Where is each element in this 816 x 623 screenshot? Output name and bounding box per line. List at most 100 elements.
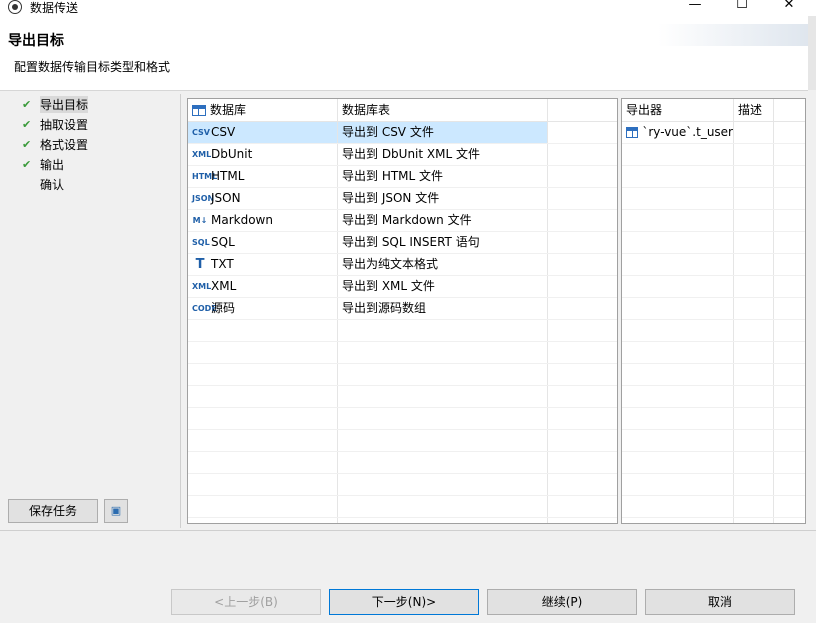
empty-row [622, 408, 805, 430]
format-name: TXT [211, 257, 234, 271]
column-header-empty [548, 99, 617, 121]
format-name: 源码 [211, 301, 236, 315]
csv-icon: CSV [192, 128, 210, 137]
empty-row [622, 298, 805, 320]
step-extract-settings[interactable]: ✔ 抽取设置 [18, 114, 168, 134]
empty-row [622, 232, 805, 254]
app-icon [8, 0, 22, 14]
column-header-db-table[interactable]: 数据库表 [338, 99, 548, 121]
empty-row [188, 452, 617, 474]
format-row-sql[interactable]: SQL SQL 导出到 SQL INSERT 语句 [188, 232, 617, 254]
empty-row [188, 364, 617, 386]
format-row-markdown[interactable]: M↓ Markdown 导出到 Markdown 文件 [188, 210, 617, 232]
format-name: SQL [211, 235, 235, 249]
minimize-button[interactable]: — [680, 0, 710, 14]
format-table: 数据库 数据库表 CSV CSV 导出到 CSV 文件 XML DbUnit 导出到… [187, 98, 618, 524]
empty-row [622, 386, 805, 408]
empty-row [622, 254, 805, 276]
check-icon: ✔ [22, 137, 32, 151]
continue-button[interactable]: 继续(P) [487, 589, 637, 615]
empty-row [622, 430, 805, 452]
table-icon [192, 104, 206, 116]
empty-row [622, 276, 805, 298]
step-label: 输出 [40, 157, 65, 172]
table-icon [626, 127, 639, 138]
format-desc: 导出为纯文本格式 [342, 257, 439, 271]
format-row-txt[interactable]: T TXT 导出为纯文本格式 [188, 254, 617, 276]
exporter-table-header: 导出器 描述 [622, 99, 805, 122]
wizard-steps: ✔ 导出目标 ✔ 抽取设置 ✔ 格式设置 ✔ 输出 确认 [18, 94, 168, 194]
format-desc: 导出到 CSV 文件 [342, 125, 434, 139]
format-row-source[interactable]: CODE 源码 导出到源码数组 [188, 298, 617, 320]
format-row-json[interactable]: JSON JSON 导出到 JSON 文件 [188, 188, 617, 210]
step-label: 抽取设置 [40, 117, 89, 132]
format-row-xml[interactable]: XML XML 导出到 XML 文件 [188, 276, 617, 298]
task-config-button[interactable]: ▣ [104, 499, 128, 523]
markdown-icon: M↓ [192, 216, 208, 225]
text-icon: T [195, 257, 205, 272]
step-label: 导出目标 [40, 95, 89, 113]
empty-row [188, 430, 617, 452]
save-task-button[interactable]: 保存任务 [8, 499, 98, 523]
empty-row [622, 166, 805, 188]
empty-row [188, 496, 617, 518]
format-desc: 导出到 XML 文件 [342, 279, 435, 293]
format-desc: 导出到 JSON 文件 [342, 191, 440, 205]
page-header: 导出目标 配置数据传输目标类型和格式 [0, 16, 808, 91]
exporter-row[interactable]: `ry-vue`.t_user [622, 122, 805, 144]
step-export-target[interactable]: ✔ 导出目标 [18, 94, 168, 114]
empty-row [622, 364, 805, 386]
next-button[interactable]: 下一步(N)> [329, 589, 479, 615]
empty-row [622, 144, 805, 166]
empty-row [622, 342, 805, 364]
format-row-csv[interactable]: CSV CSV 导出到 CSV 文件 [188, 122, 617, 144]
window-titlebar: 数据传送 — ☐ ✕ [0, 0, 816, 16]
back-button[interactable]: <上一步(B) [171, 589, 321, 615]
exporter-table: 导出器 描述 `ry-vue`.t_user [621, 98, 806, 524]
empty-row [622, 320, 805, 342]
empty-row [622, 188, 805, 210]
step-label: 格式设置 [40, 137, 89, 152]
format-row-dbunit[interactable]: XML DbUnit 导出到 DbUnit XML 文件 [188, 144, 617, 166]
xml-icon: XML [192, 282, 212, 291]
step-format-settings[interactable]: ✔ 格式设置 [18, 134, 168, 154]
header-banner-graphic [658, 24, 808, 46]
page-subtitle: 配置数据传输目标类型和格式 [14, 60, 171, 74]
empty-row [622, 474, 805, 496]
empty-row [622, 452, 805, 474]
sql-icon: SQL [192, 238, 210, 247]
empty-row [622, 496, 805, 518]
empty-row [188, 474, 617, 496]
format-row-html[interactable]: HTML HTML 导出到 HTML 文件 [188, 166, 617, 188]
step-confirm[interactable]: 确认 [18, 174, 168, 194]
column-header-database[interactable]: 数据库 [188, 99, 338, 121]
column-header-description[interactable]: 描述 [734, 99, 774, 121]
format-desc: 导出到 HTML 文件 [342, 169, 444, 183]
empty-row [188, 320, 617, 342]
code-icon: CODE [192, 304, 217, 313]
window-title: 数据传送 [30, 1, 79, 15]
json-icon: JSON [192, 194, 215, 203]
close-button[interactable]: ✕ [774, 0, 804, 14]
header-edge [808, 16, 816, 90]
cancel-button[interactable]: 取消 [645, 589, 795, 615]
page-title: 导出目标 [8, 33, 64, 49]
format-name: CSV [211, 125, 236, 139]
html-icon: HTML [192, 172, 218, 181]
step-output[interactable]: ✔ 输出 [18, 154, 168, 174]
format-desc: 导出到 Markdown 文件 [342, 213, 472, 227]
format-name: DbUnit [211, 147, 253, 161]
empty-row [188, 342, 617, 364]
panel-divider [180, 94, 181, 528]
format-desc: 导出到 DbUnit XML 文件 [342, 147, 480, 161]
format-name: HTML [211, 169, 245, 183]
format-name: XML [211, 279, 237, 293]
empty-row [622, 210, 805, 232]
column-header-exporter[interactable]: 导出器 [622, 99, 734, 121]
task-icon: ▣ [110, 504, 122, 517]
maximize-button[interactable]: ☐ [727, 0, 757, 14]
step-label: 确认 [40, 177, 65, 192]
empty-row [188, 408, 617, 430]
format-name: Markdown [211, 213, 273, 227]
empty-row [188, 518, 617, 523]
